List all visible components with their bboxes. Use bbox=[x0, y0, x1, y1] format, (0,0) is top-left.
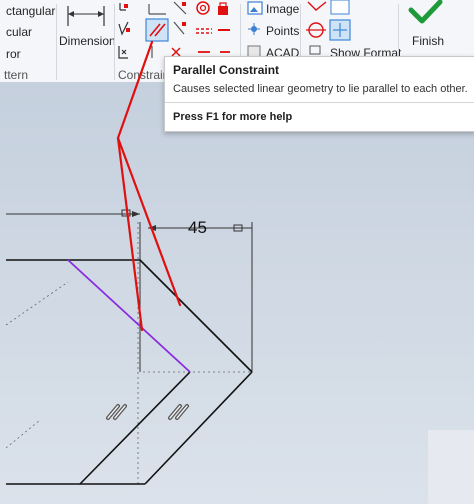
ribbon-separator bbox=[56, 4, 57, 80]
tooltip-divider bbox=[165, 102, 474, 103]
coincident-constraint-button[interactable] bbox=[118, 0, 136, 18]
points-icon bbox=[248, 23, 260, 35]
centerline-icon bbox=[306, 22, 326, 38]
equal-constraint-icon bbox=[196, 28, 212, 34]
tooltip-title: Parallel Constraint bbox=[173, 63, 280, 77]
tooltip-description: Causes selected linear geometry to lie p… bbox=[173, 83, 468, 95]
collinear-constraint-icon bbox=[173, 21, 186, 35]
concentric-constraint-button[interactable] bbox=[194, 0, 212, 18]
center-point-icon bbox=[330, 0, 350, 15]
ribbon-rectangular-item[interactable]: ctangular bbox=[6, 4, 55, 18]
fix-constraint-icon bbox=[118, 46, 128, 59]
construction-icon bbox=[307, 1, 327, 11]
insert-image-item[interactable]: Image bbox=[266, 2, 299, 16]
dimension-value[interactable]: 45 bbox=[188, 218, 207, 238]
constrain-panel-label: Constrain bbox=[118, 68, 170, 82]
ribbon-separator bbox=[114, 4, 115, 80]
image-icon bbox=[247, 1, 263, 15]
parallel-constraint-tooltip: Parallel Constraint Causes selected line… bbox=[164, 56, 474, 132]
sketch-canvas[interactable] bbox=[0, 82, 474, 504]
canvas-corner-patch bbox=[428, 430, 474, 504]
smooth-constraint-icon bbox=[171, 47, 181, 57]
pattern-panel-label: ttern bbox=[4, 68, 29, 82]
tooltip-help: Press F1 for more help bbox=[173, 111, 293, 123]
show-format-icon bbox=[309, 45, 321, 55]
dimension-label: Dimension bbox=[59, 34, 116, 48]
dimension-icon bbox=[67, 6, 105, 26]
finish-label: Finish bbox=[412, 34, 445, 48]
ribbon-circular-item[interactable]: cular bbox=[6, 25, 32, 39]
tangent-constraint-icon bbox=[173, 1, 187, 15]
finish-button[interactable]: Finish bbox=[402, 0, 452, 60]
insert-points-item[interactable]: Points bbox=[266, 24, 299, 38]
lock-constraint-icon bbox=[218, 2, 228, 15]
ribbon-mirror-item[interactable]: ror bbox=[6, 47, 21, 61]
sketch-only-icon bbox=[329, 19, 351, 41]
parallel-constraint-button[interactable] bbox=[146, 19, 168, 41]
horizontal-constraint-icon bbox=[148, 4, 166, 15]
perpendicular-constraint-icon bbox=[118, 21, 130, 36]
dimension-button[interactable]: Dimension bbox=[58, 2, 116, 60]
